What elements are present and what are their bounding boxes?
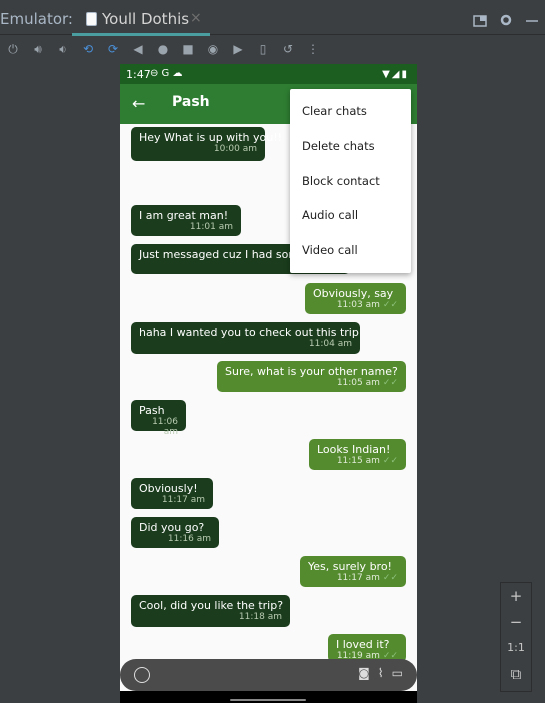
overflow-menu: Clear chats Delete chats Block contact A… [290,89,411,273]
chat-bubble[interactable]: Looks Indian! 11:15 am ✓✓ [309,439,406,470]
chat-bubble[interactable]: I am great man! 11:01 am [131,205,241,236]
back-icon[interactable]: ◀ [126,39,150,59]
message-time: 11:03 am ✓✓ [313,300,398,310]
message-time: 11:17 am ✓✓ [308,573,398,583]
chat-bubble[interactable]: Did you go? 11:16 am [131,517,219,548]
emulator-titlebar: Emulator: Youll Dothis × [0,0,545,36]
menu-item-block-contact[interactable]: Block contact [302,174,380,188]
device-tab-label: Youll Dothis [102,10,190,28]
zoom-ratio-button[interactable]: 1:1 [501,637,531,659]
read-check-icon: ✓✓ [382,300,398,310]
nav-bar [120,691,417,703]
chat-bubble[interactable]: Cool, did you like the trip? 11:18 am [131,595,290,627]
home-icon[interactable]: ● [151,39,175,59]
message-text: Yes, surely bro! [308,560,392,573]
layout-icon[interactable] [473,12,487,27]
message-time-text: 11:04 am [308,339,352,349]
read-check-icon: ✓✓ [382,456,398,466]
zoom-out-button[interactable]: − [501,611,531,633]
message-time-text: 11:17 am [161,495,205,505]
phone-icon [86,12,97,26]
message-time: 11:17 am [139,495,205,505]
zoom-in-button[interactable]: + [501,585,531,607]
emulator-toolbar: ⏻ 🔊︎ 🔉︎ ⟲ ⟳ ◀ ● ■ ◉ ▶ ▯ ↺ ⋮ [0,36,545,62]
chat-bubble[interactable]: Obviously! 11:17 am [131,478,213,509]
chat-bubble[interactable]: Obviously, say 11:03 am ✓✓ [305,283,406,314]
keyboard-icon[interactable]: ▭ [392,666,403,680]
menu-item-delete-chats[interactable]: Delete chats [302,139,375,153]
message-time-text: 11:03 am [336,300,380,310]
message-time-text: 11:01 am [189,222,233,232]
message-text: Cool, did you like the trip? [139,599,284,612]
power-icon[interactable]: ⏻ [1,39,25,59]
emoji-icon[interactable] [134,667,150,683]
chat-bubble[interactable]: Sure, what is your other name? 11:05 am ✓✓ [217,361,406,392]
message-time: 11:04 am [139,339,352,349]
contact-name[interactable]: Pash [172,94,210,110]
message-text: I loved it? [336,638,390,651]
message-time-text: 11:06 am [152,417,178,437]
message-time: 11:18 am [139,612,282,622]
volume-up-icon[interactable]: 🔊︎ [26,39,50,59]
fit-screen-icon[interactable]: ⧉ [501,663,531,685]
message-text: Pash [139,404,165,417]
menu-item-audio-call[interactable]: Audio call [302,208,358,222]
message-text: haha I wanted you to check out this trip [139,326,359,339]
menu-item-clear-chats[interactable]: Clear chats [302,104,367,118]
message-time-text: 11:18 am [238,612,282,622]
overview-icon[interactable]: ■ [176,39,200,59]
message-time: 11:06 am [139,417,178,437]
close-tab-icon[interactable]: × [190,10,202,26]
camera-icon[interactable]: ◙ [358,666,370,680]
status-signal-icons: ▼◢▮ [382,69,409,80]
message-text: Obviously! [139,482,198,495]
message-time-text: 11:15 am [336,456,380,466]
chat-bubble[interactable]: haha I wanted you to check out this trip… [131,322,360,354]
camera-icon[interactable]: ◉ [201,39,225,59]
message-composer[interactable]: ◙ ⌇ ▭ [120,659,417,691]
status-bar: 1:47 ⊖ G ☁ ▼◢▮ [120,64,417,84]
message-time-text: 11:17 am [336,573,380,583]
minimize-icon[interactable] [525,12,539,24]
message-text: Obviously, say [313,287,394,300]
chat-bubble[interactable]: Yes, surely bro! 11:17 am ✓✓ [300,556,406,587]
message-text: Sure, what is your other name? [225,365,398,378]
zoom-controls: + − 1:1 ⧉ [500,582,532,692]
status-time: 1:47 [126,68,151,81]
read-check-icon: ✓✓ [382,378,398,388]
chat-bubble[interactable]: I loved it? 11:19 am ✓✓ [328,634,406,662]
chat-bubble[interactable]: Hey What is up with you!! 10:00 am [131,127,283,161]
fold-icon[interactable]: ▯ [251,39,275,59]
back-arrow-icon[interactable]: ← [132,94,145,113]
nav-handle[interactable] [230,699,306,701]
message-text: I am great man! [139,209,229,222]
message-time-text: 11:05 am [336,378,380,388]
read-check-icon: ✓✓ [382,573,398,583]
video-icon[interactable]: ▶ [226,39,250,59]
message-time: 11:01 am [139,222,233,232]
rotate-right-icon[interactable]: ⟳ [101,39,125,59]
volume-down-icon[interactable]: 🔉︎ [51,39,75,59]
restore-icon[interactable]: ↺ [276,39,300,59]
message-time: 11:16 am [139,534,211,544]
message-time: 11:05 am ✓✓ [225,378,398,388]
composer-actions: ◙ ⌇ ▭ [358,666,403,680]
device-tab[interactable]: Youll Dothis × [72,6,210,36]
message-time-text: 10:00 am [213,144,257,154]
menu-item-video-call[interactable]: Video call [302,243,358,257]
message-time: 10:00 am [139,144,257,154]
gear-icon[interactable] [499,12,513,26]
more-icon[interactable]: ⋮ [301,39,325,59]
message-text: Looks Indian! [317,443,391,456]
panel-title: Emulator: [0,10,73,28]
window-controls [473,12,539,27]
chat-bubble[interactable]: Pash 11:06 am [131,400,186,437]
message-time-text: 11:16 am [167,534,211,544]
status-notification-icons: ⊖ G ☁ [150,68,183,79]
message-time: 11:15 am ✓✓ [317,456,398,466]
message-text: Hey What is up with you!! [139,131,283,144]
rotate-left-icon[interactable]: ⟲ [76,39,100,59]
attach-icon[interactable]: ⌇ [378,666,384,680]
message-text: Did you go? [139,521,205,534]
